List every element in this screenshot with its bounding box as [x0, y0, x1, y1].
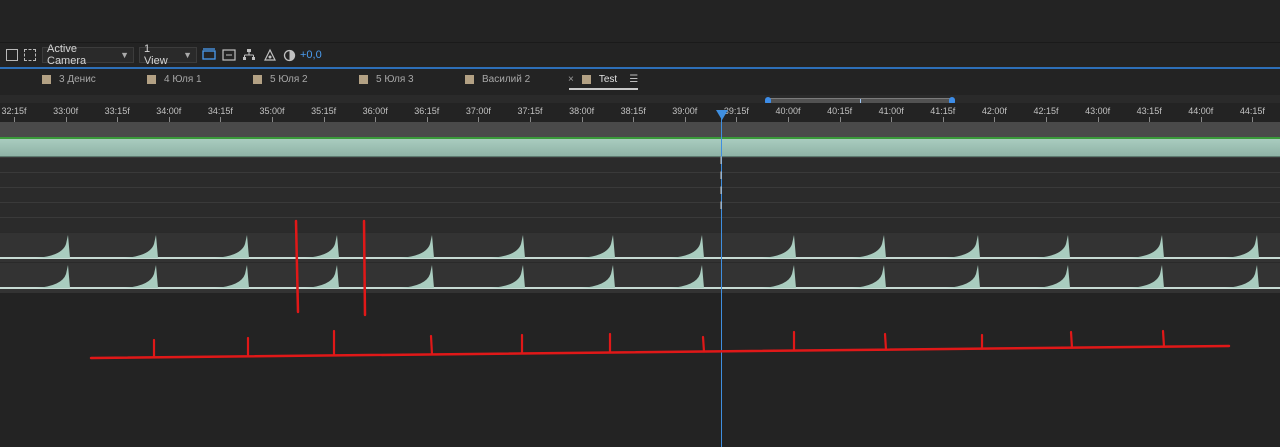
red-vertical-mark — [362, 219, 367, 317]
red-beat-mark — [1161, 329, 1166, 348]
red-vertical-mark — [294, 219, 300, 314]
red-beat-mark — [1069, 330, 1074, 349]
red-beat-mark — [883, 332, 888, 351]
red-timeline-line — [89, 344, 1231, 360]
red-beat-mark — [701, 335, 706, 353]
red-annotation-layer — [89, 219, 1231, 360]
red-beat-mark — [429, 334, 434, 356]
